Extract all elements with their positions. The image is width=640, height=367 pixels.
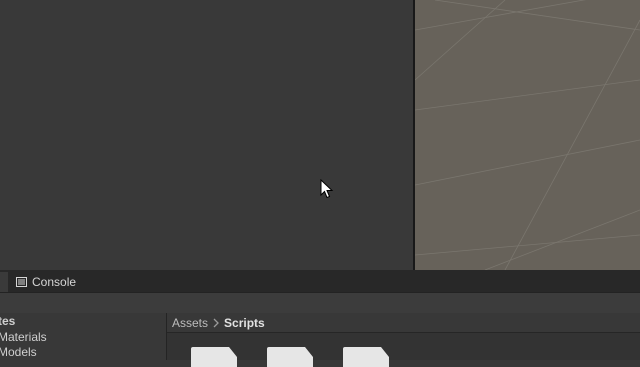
tab-console-label: Console — [32, 275, 77, 289]
tree-item-materials[interactable]: Materials — [0, 329, 47, 345]
breadcrumb: Assets Scripts — [167, 313, 640, 333]
breadcrumb-assets[interactable]: Assets — [172, 313, 208, 333]
chevron-right-icon — [213, 318, 219, 327]
scene-view[interactable] — [415, 0, 640, 270]
script-file-icon[interactable] — [265, 347, 313, 367]
bottom-tab-bar: Console — [0, 272, 640, 292]
tree-item-favorites[interactable]: tes — [0, 313, 15, 329]
breadcrumb-scripts[interactable]: Scripts — [224, 313, 265, 333]
tree-item-models[interactable]: Models — [0, 344, 37, 360]
project-folder-tree: tes Materials Models — [0, 313, 167, 360]
project-browser: tes Materials Models Assets Scripts — [0, 313, 640, 367]
assets-pane: Assets Scripts — [167, 313, 640, 367]
script-file-icon[interactable] — [189, 347, 237, 367]
script-file-icon[interactable] — [341, 347, 389, 367]
mouse-cursor-icon — [320, 179, 334, 199]
hierarchy-panel[interactable] — [0, 0, 413, 270]
console-icon — [16, 277, 27, 287]
scene-grid — [415, 0, 640, 270]
project-toolbar — [0, 292, 640, 314]
tab-project[interactable] — [0, 272, 8, 292]
tab-console[interactable]: Console — [8, 272, 87, 292]
